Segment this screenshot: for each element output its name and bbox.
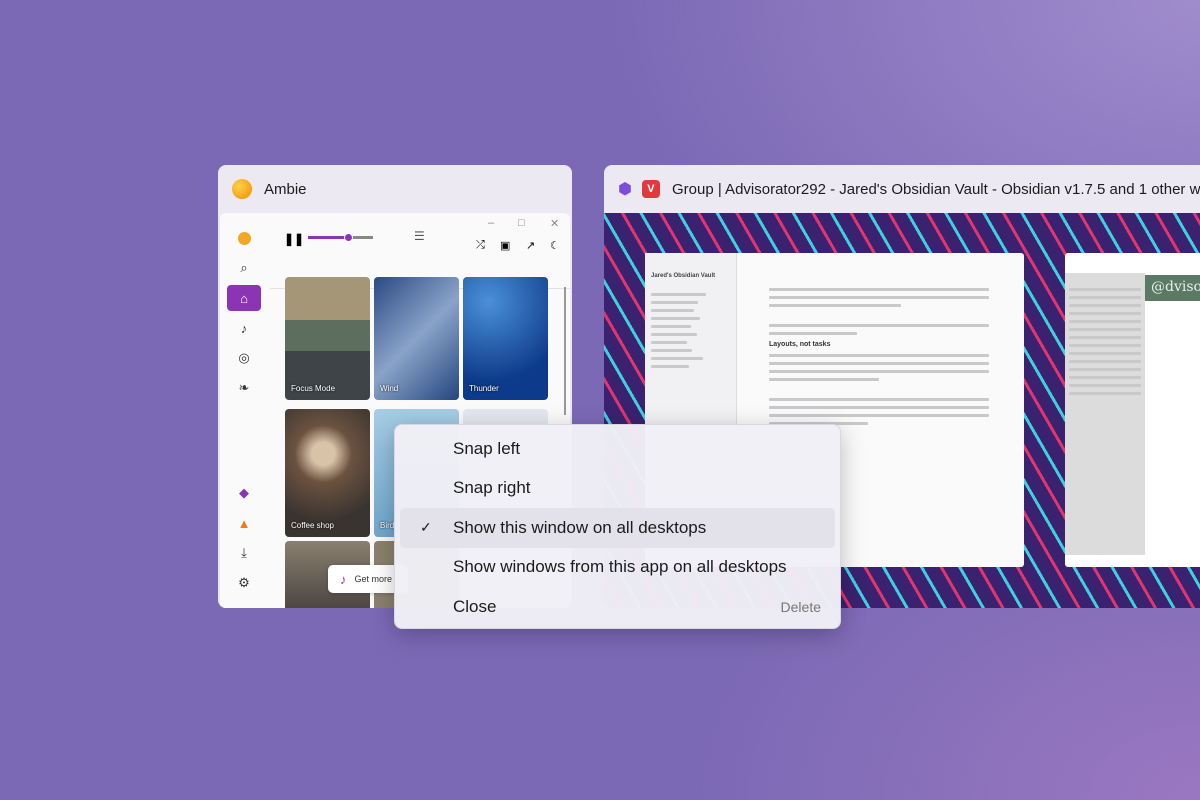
menu-item-snap-right[interactable]: Snap right <box>400 469 835 509</box>
minimize-icon[interactable]: – <box>488 217 494 229</box>
close-icon[interactable]: ✕ <box>550 217 559 230</box>
shortcut-label: Delete <box>780 598 821 615</box>
note-heading: Layouts, not tasks <box>769 341 831 348</box>
ambie-app-icon <box>232 179 252 199</box>
checkmark-icon: ✓ <box>420 519 432 536</box>
obsidian-titlebar: ⬢ V Group | Advisorator292 - Jared's Obs… <box>604 165 1200 213</box>
flame-icon[interactable]: ▲ <box>227 510 261 536</box>
ambie-logo-icon <box>227 225 261 251</box>
maximize-icon[interactable]: □ <box>518 217 525 229</box>
ambie-title: Ambie <box>264 180 307 198</box>
site-banner: @dvisor <box>1145 275 1200 301</box>
vivaldi-icon: V <box>641 180 660 198</box>
focus-target-icon[interactable]: ◎ <box>227 345 261 371</box>
music-note-icon: ♪ <box>340 571 347 587</box>
menu-item-show-app-all-desktops[interactable]: Show windows from this app on all deskto… <box>400 548 835 588</box>
vivaldi-app-preview: @dvisor <box>1065 253 1200 567</box>
menu-item-close[interactable]: Close Delete <box>400 587 835 627</box>
diamond-icon[interactable]: ◆ <box>227 480 261 506</box>
window-title: Group | Advisorator292 - Jared's Obsidia… <box>671 180 1200 198</box>
settings-icon[interactable]: ⚙ <box>227 570 261 596</box>
sound-tile[interactable]: Coffee shop <box>285 409 370 537</box>
sound-tile[interactable]: Wind <box>374 277 459 400</box>
pause-icon[interactable]: ❚❚ <box>284 232 304 246</box>
playlist-icon[interactable]: ☰ <box>414 229 425 243</box>
sleep-moon-icon[interactable]: ☾ <box>550 239 560 252</box>
ambie-titlebar: Ambie <box>218 165 572 213</box>
ambie-sidebar: ⌕ ⌂ ♪ ◎ ❧ ◆ ▲ ⤓ ⚙ <box>220 213 268 608</box>
obsidian-icon: ⬢ <box>618 181 632 198</box>
menu-item-snap-left[interactable]: Snap left <box>400 429 835 469</box>
vault-name: Jared's Obsidian Vault <box>651 273 716 279</box>
share-icon[interactable]: ↗ <box>526 239 535 252</box>
image-icon[interactable]: ▣ <box>500 239 510 252</box>
home-icon[interactable]: ⌂ <box>227 285 261 311</box>
scrollbar[interactable] <box>564 287 566 415</box>
sound-tile[interactable]: Focus Mode <box>285 277 370 400</box>
search-icon[interactable]: ⌕ <box>227 255 261 281</box>
context-menu: Snap left Snap right ✓ Show this window o… <box>394 424 841 629</box>
volume-slider[interactable] <box>308 233 373 242</box>
sound-tile[interactable]: Thunder <box>463 277 548 400</box>
relax-icon[interactable]: ❧ <box>227 375 261 401</box>
shuffle-icon[interactable]: ⤮ <box>476 239 485 252</box>
music-note-icon[interactable]: ♪ <box>227 315 261 341</box>
menu-item-show-window-all-desktops[interactable]: ✓ Show this window on all desktops <box>400 508 835 548</box>
download-icon[interactable]: ⤓ <box>227 540 261 566</box>
